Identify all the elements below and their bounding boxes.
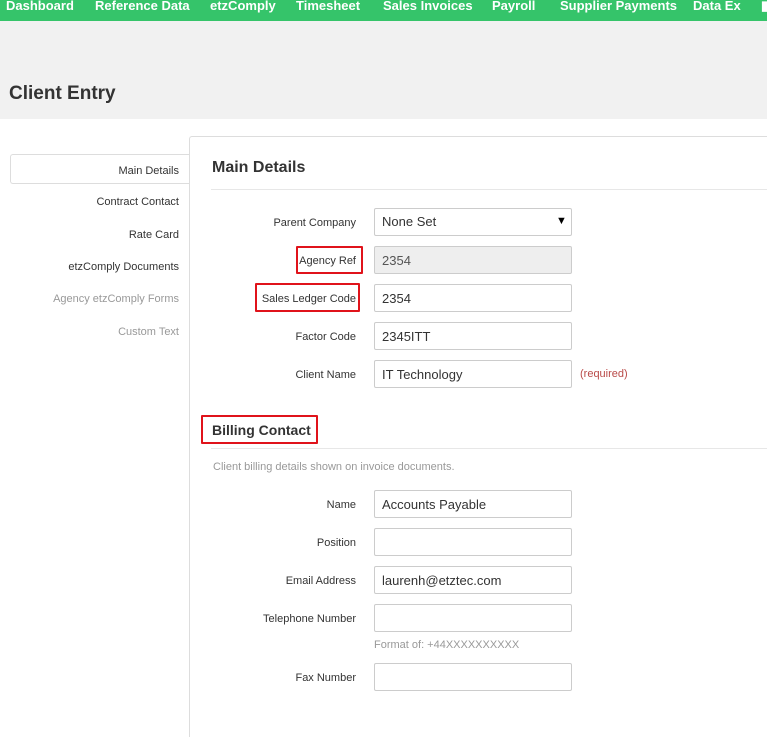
nav-overflow-indicator: ▮ — [761, 0, 767, 13]
top-navigation-bar: Dashboard Reference Data etzComply Times… — [0, 0, 767, 21]
client-name-required-note: (required) — [580, 368, 628, 380]
fax-number-input[interactable] — [374, 663, 572, 691]
billing-name-label: Name — [326, 499, 356, 511]
client-name-label: Client Name — [295, 369, 356, 381]
nav-reference-data[interactable]: Reference Data — [95, 0, 190, 14]
nav-dashboard[interactable]: Dashboard — [6, 0, 74, 14]
nav-supplier-payments[interactable]: Supplier Payments — [560, 0, 677, 14]
billing-name-input[interactable] — [374, 490, 572, 518]
factor-code-label: Factor Code — [295, 331, 356, 343]
main-details-heading: Main Details — [212, 159, 306, 176]
nav-etzcomply[interactable]: etzComply — [210, 0, 276, 14]
page-title: Client Entry — [9, 83, 116, 104]
nav-data-exchange[interactable]: Data Ex — [693, 0, 741, 14]
position-input[interactable] — [374, 528, 572, 556]
agency-ref-input — [374, 246, 572, 274]
sales-ledger-code-highlight — [255, 283, 360, 312]
sidebar-item-rate-card[interactable]: Rate Card — [129, 228, 179, 242]
email-address-label: Email Address — [285, 575, 356, 587]
fax-number-label: Fax Number — [295, 672, 356, 684]
position-label: Position — [316, 537, 356, 549]
billing-contact-divider — [211, 448, 767, 449]
sidebar-item-contract-contact[interactable]: Contract Contact — [96, 195, 179, 209]
billing-contact-heading: Billing Contact — [212, 422, 311, 438]
sales-ledger-code-input[interactable] — [374, 284, 572, 312]
telephone-format-hint: Format of: +44XXXXXXXXXX — [374, 639, 520, 651]
factor-code-input[interactable] — [374, 322, 572, 350]
agency-ref-highlight — [296, 246, 363, 274]
nav-payroll[interactable]: Payroll — [492, 0, 535, 14]
telephone-number-label: Telephone Number — [263, 613, 356, 625]
chevron-down-icon: ▼ — [556, 215, 567, 227]
billing-contact-description: Client billing details shown on invoice … — [213, 461, 455, 473]
sidebar-item-custom-text: Custom Text — [118, 326, 179, 338]
parent-company-select[interactable]: None Set — [374, 208, 572, 236]
sidebar-item-etzcomply-documents[interactable]: etzComply Documents — [68, 260, 179, 274]
parent-company-label: Parent Company — [273, 217, 356, 229]
sidebar-item-main-details[interactable]: Main Details — [118, 164, 179, 178]
email-address-input[interactable] — [374, 566, 572, 594]
nav-timesheet[interactable]: Timesheet — [296, 0, 360, 14]
telephone-number-input[interactable] — [374, 604, 572, 632]
nav-sales-invoices[interactable]: Sales Invoices — [383, 0, 473, 14]
main-details-divider — [211, 189, 767, 190]
sidebar: Main Details Contract Contact Rate Card … — [0, 119, 190, 715]
client-name-input[interactable] — [374, 360, 572, 388]
sidebar-item-agency-etzcomply-forms: Agency etzComply Forms — [53, 293, 179, 305]
